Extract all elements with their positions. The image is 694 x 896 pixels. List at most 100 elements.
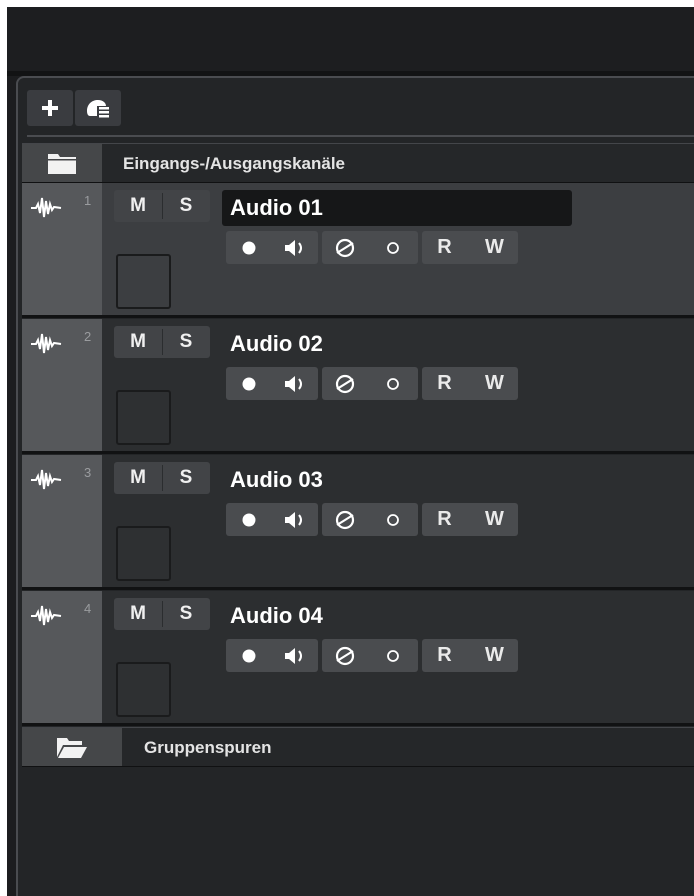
timebase-button[interactable] — [322, 503, 367, 536]
mute-button[interactable]: M — [114, 190, 162, 222]
track-number: 2 — [84, 329, 92, 344]
track-name-field[interactable]: Audio 03 — [222, 462, 572, 498]
record-icon — [242, 513, 255, 526]
automation-group: R W — [422, 231, 518, 264]
speaker-icon — [284, 511, 302, 528]
lane-button[interactable] — [370, 503, 415, 536]
write-automation-button[interactable]: W — [472, 367, 517, 400]
record-monitor-group — [226, 231, 318, 264]
record-icon — [242, 649, 255, 662]
track-name-field[interactable]: Audio 04 — [222, 598, 572, 634]
track-presets-icon — [87, 100, 109, 118]
automation-group: R W — [422, 367, 518, 400]
read-automation-button[interactable]: R — [422, 503, 467, 536]
record-monitor-group — [226, 639, 318, 672]
lane-button[interactable] — [370, 367, 415, 400]
lane-icon — [386, 649, 399, 662]
solo-button[interactable]: S — [162, 462, 210, 494]
monitor-button[interactable] — [272, 367, 317, 400]
toolbar-separator — [27, 135, 694, 137]
record-monitor-group — [226, 503, 318, 536]
timebase-button[interactable] — [322, 367, 367, 400]
write-automation-button[interactable]: W — [472, 231, 517, 264]
speaker-icon — [284, 239, 302, 256]
mute-solo-group: M S — [114, 462, 210, 494]
lane-icon — [386, 513, 399, 526]
speaker-icon — [284, 647, 302, 664]
track-color-swatch[interactable] — [116, 662, 171, 717]
track-number: 1 — [84, 193, 92, 208]
mute-solo-group: M S — [114, 598, 210, 630]
record-enable-button[interactable] — [226, 367, 271, 400]
monitor-button[interactable] — [272, 231, 317, 264]
timebase-button[interactable] — [322, 639, 367, 672]
add-track-button[interactable] — [27, 90, 73, 126]
audio-track-4[interactable]: 4 M S Audio 04 R W — [22, 591, 694, 726]
musical-timebase-icon — [335, 374, 354, 393]
speaker-icon — [284, 375, 302, 392]
automation-group: R W — [422, 639, 518, 672]
track-number: 4 — [84, 601, 92, 616]
automation-group: R W — [422, 503, 518, 536]
track-header-strip[interactable]: 4 — [22, 591, 102, 723]
track-name-field[interactable]: Audio 02 — [222, 326, 572, 362]
track-header-strip[interactable]: 1 — [22, 183, 102, 315]
track-color-swatch[interactable] — [116, 390, 171, 445]
track-presets-button[interactable] — [75, 90, 121, 126]
write-automation-button[interactable]: W — [472, 639, 517, 672]
record-enable-button[interactable] — [226, 231, 271, 264]
lane-button[interactable] — [370, 639, 415, 672]
musical-timebase-icon — [335, 510, 354, 529]
track-color-swatch[interactable] — [116, 526, 171, 581]
audio-track-2[interactable]: 2 M S Audio 02 R W — [22, 319, 694, 454]
track-header-strip[interactable]: 3 — [22, 455, 102, 587]
read-automation-button[interactable]: R — [422, 367, 467, 400]
read-automation-button[interactable]: R — [422, 231, 467, 264]
timebase-lane-group — [322, 367, 418, 400]
track-number: 3 — [84, 465, 92, 480]
folder-icon-box[interactable] — [22, 144, 102, 182]
track-color-swatch[interactable] — [116, 254, 171, 309]
folder-track-group-tracks[interactable]: Gruppenspuren — [22, 727, 694, 767]
timebase-lane-group — [322, 503, 418, 536]
folder-label: Eingangs-/Ausgangskanäle — [123, 154, 345, 173]
track-header-strip[interactable]: 2 — [22, 319, 102, 451]
app-window: Eingangs-/Ausgangskanäle 1 M S Audio 01 — [7, 7, 694, 896]
monitor-button[interactable] — [272, 639, 317, 672]
record-enable-button[interactable] — [226, 503, 271, 536]
lane-icon — [386, 241, 399, 254]
audio-waveform-icon — [31, 469, 62, 490]
write-automation-button[interactable]: W — [472, 503, 517, 536]
mute-solo-group: M S — [114, 326, 210, 358]
musical-timebase-icon — [335, 646, 354, 665]
folder-track-io-channels[interactable]: Eingangs-/Ausgangskanäle — [22, 143, 694, 183]
mute-button[interactable]: M — [114, 462, 162, 494]
record-enable-button[interactable] — [226, 639, 271, 672]
audio-track-3[interactable]: 3 M S Audio 03 R W — [22, 455, 694, 590]
lane-icon — [386, 377, 399, 390]
monitor-button[interactable] — [272, 503, 317, 536]
solo-button[interactable]: S — [162, 190, 210, 222]
mute-button[interactable]: M — [114, 326, 162, 358]
solo-button[interactable]: S — [162, 598, 210, 630]
audio-waveform-icon — [31, 197, 62, 218]
lane-button[interactable] — [370, 231, 415, 264]
solo-button[interactable]: S — [162, 326, 210, 358]
audio-waveform-icon — [31, 605, 62, 626]
mute-button[interactable]: M — [114, 598, 162, 630]
record-icon — [242, 377, 255, 390]
record-icon — [242, 241, 255, 254]
top-bar — [7, 7, 694, 71]
musical-timebase-icon — [335, 238, 354, 257]
record-monitor-group — [226, 367, 318, 400]
folder-icon — [48, 154, 76, 174]
audio-track-1[interactable]: 1 M S Audio 01 R W — [22, 183, 694, 318]
folder-icon-box[interactable] — [22, 728, 122, 766]
track-name-field[interactable]: Audio 01 — [222, 190, 572, 226]
timebase-button[interactable] — [322, 231, 367, 264]
timebase-lane-group — [322, 231, 418, 264]
read-automation-button[interactable]: R — [422, 639, 467, 672]
mute-solo-group: M S — [114, 190, 210, 222]
timebase-lane-group — [322, 639, 418, 672]
audio-waveform-icon — [31, 333, 62, 354]
